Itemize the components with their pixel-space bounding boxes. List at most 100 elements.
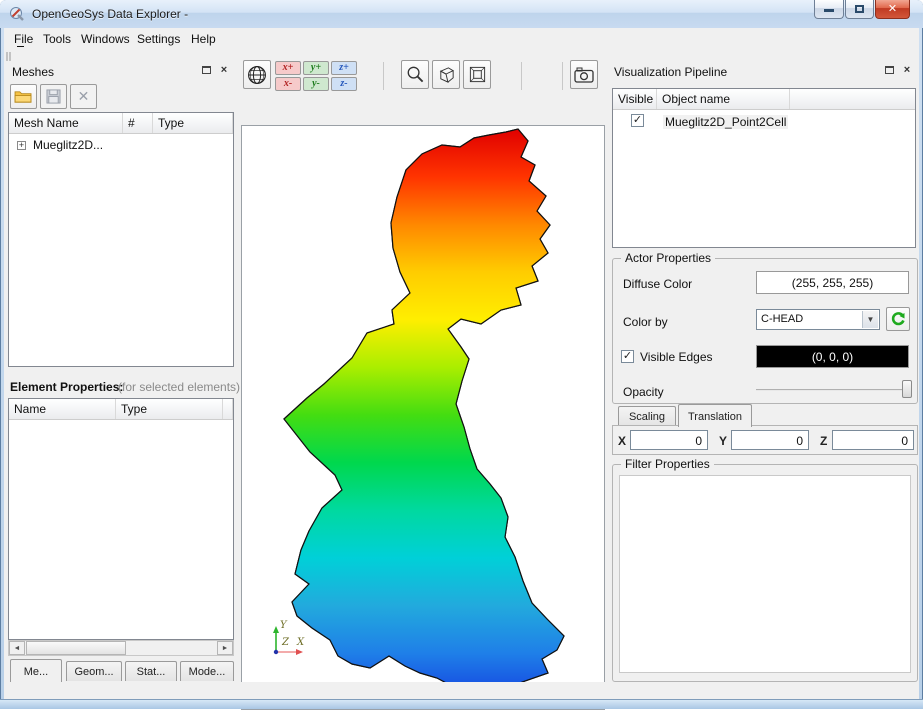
col-spacer2: [790, 89, 915, 109]
magnifier-icon: [406, 65, 425, 84]
pipeline-float-icon[interactable]: [883, 64, 895, 76]
translation-panel: X 0 Y 0 Z 0: [612, 425, 918, 455]
col-count[interactable]: #: [123, 113, 153, 133]
save-icon: [46, 89, 61, 104]
dock-tab-bar: Me... Geom... Stat... Mode...: [8, 659, 234, 682]
menu-help[interactable]: Help: [185, 30, 222, 48]
col-type[interactable]: Type: [153, 113, 233, 133]
remove-mesh-button[interactable]: ✕: [70, 84, 97, 109]
pipeline-table[interactable]: Visible Object name ✓ Mueglitz2D_Point2C…: [612, 88, 916, 248]
mesh-row[interactable]: + Mueglitz2D...: [9, 135, 233, 155]
visibility-checkbox[interactable]: ✓: [631, 114, 644, 127]
view-x-minus-button[interactable]: x-: [275, 77, 301, 91]
col-type2[interactable]: Type: [116, 399, 223, 419]
meshes-close-icon[interactable]: ×: [218, 64, 230, 76]
mesh-row-label[interactable]: Mueglitz2D...: [33, 138, 103, 152]
pipeline-close-icon[interactable]: ×: [901, 64, 913, 76]
view-z-plus-button[interactable]: z+: [331, 61, 357, 75]
tab-geometry[interactable]: Geom...: [66, 661, 122, 681]
edge-color-button[interactable]: (0, 0, 0): [756, 345, 909, 368]
chevron-down-icon[interactable]: ▼: [862, 311, 878, 328]
color-by-select[interactable]: C-HEAD ▼: [756, 309, 880, 330]
client-area: File Tools Windows Settings Help Meshes …: [4, 28, 919, 699]
scroll-left-icon[interactable]: ◄: [9, 641, 25, 655]
pipeline-object-label[interactable]: Mueglitz2D_Point2Cell: [663, 115, 788, 129]
render-view[interactable]: Y Z X: [241, 125, 605, 710]
element-properties-table[interactable]: Name Type: [8, 398, 234, 640]
col-spacer: [223, 399, 233, 419]
tab-translation[interactable]: Translation: [678, 404, 752, 427]
scroll-thumb[interactable]: [26, 641, 126, 655]
close-icon: ✕: [888, 3, 897, 15]
col-visible[interactable]: Visible: [613, 89, 657, 109]
zoom-button[interactable]: [401, 60, 429, 89]
actor-properties-title: Actor Properties: [621, 251, 715, 265]
maximize-icon: [855, 5, 864, 13]
tab-models[interactable]: Mode...: [180, 661, 234, 681]
watershed-mesh[interactable]: [284, 129, 564, 701]
view-y-plus-button[interactable]: y+: [303, 61, 329, 75]
col-name[interactable]: Name: [9, 399, 116, 419]
maximize-button[interactable]: [845, 0, 874, 19]
view-x-plus-button[interactable]: x+: [275, 61, 301, 75]
minimize-icon: [824, 9, 834, 12]
x-label: X: [618, 434, 626, 448]
view-y-minus-button[interactable]: y-: [303, 77, 329, 91]
toolbar-drag-handle[interactable]: [6, 52, 11, 61]
title-bar[interactable]: OpenGeoSys Data Explorer - ✕: [0, 0, 923, 28]
tab-meshes[interactable]: Me...: [10, 659, 62, 682]
open-file-button[interactable]: [10, 84, 37, 109]
x-input[interactable]: 0: [630, 430, 708, 450]
parallel-projection-button[interactable]: [463, 60, 491, 89]
actor-properties-group: Actor Properties Diffuse Color (255, 255…: [612, 258, 918, 404]
diffuse-color-button[interactable]: (255, 255, 255): [756, 271, 909, 294]
meshes-float-icon[interactable]: [200, 64, 212, 76]
axis-y-label: Y: [280, 620, 288, 631]
globe-view-button[interactable]: [243, 60, 271, 89]
perspective-projection-button[interactable]: [432, 60, 460, 89]
horizontal-scrollbar[interactable]: ◄ ►: [8, 640, 234, 656]
refresh-icon: [890, 311, 906, 327]
save-mesh-button[interactable]: [40, 84, 67, 109]
y-input[interactable]: 0: [731, 430, 809, 450]
file-accelerator-underline: [17, 46, 24, 47]
pipeline-dock-title: Visualization Pipeline: [614, 65, 727, 79]
app-icon: [9, 6, 25, 22]
col-mesh-name[interactable]: Mesh Name: [9, 113, 123, 133]
box-icon: [468, 65, 487, 84]
status-bar: [4, 682, 919, 699]
close-button[interactable]: ✕: [875, 0, 910, 19]
menu-bar: File Tools Windows Settings Help: [4, 28, 919, 50]
menu-tools[interactable]: Tools: [37, 30, 77, 48]
opacity-slider[interactable]: [756, 389, 912, 391]
z-input[interactable]: 0: [832, 430, 914, 450]
cube-icon: [437, 65, 456, 84]
col-object-name[interactable]: Object name: [657, 89, 790, 109]
orientation-axes: Y Z X: [273, 620, 305, 655]
visible-edges-checkbox[interactable]: ✓: [621, 350, 634, 363]
folder-icon: [14, 89, 33, 104]
menu-windows[interactable]: Windows: [75, 30, 136, 48]
pipeline-table-header: Visible Object name: [613, 89, 915, 110]
toolbar-separator: [383, 62, 384, 90]
mesh-table[interactable]: Mesh Name # Type + Mueglitz2D...: [8, 112, 234, 367]
view-z-minus-button[interactable]: z-: [331, 77, 357, 91]
refresh-colors-button[interactable]: [886, 307, 910, 331]
tab-scaling[interactable]: Scaling: [618, 406, 676, 426]
pipeline-row[interactable]: ✓ Mueglitz2D_Point2Cell: [613, 113, 915, 131]
scroll-right-icon[interactable]: ►: [217, 641, 233, 655]
minimize-button[interactable]: [814, 0, 844, 19]
menu-settings[interactable]: Settings: [131, 30, 186, 48]
tab-stations[interactable]: Stat...: [125, 661, 177, 681]
globe-icon: [247, 65, 267, 85]
mesh-table-header: Mesh Name # Type: [9, 113, 233, 134]
diffuse-color-label: Diffuse Color: [623, 277, 692, 291]
screenshot-button[interactable]: [570, 60, 598, 89]
color-by-label: Color by: [623, 315, 668, 329]
expand-icon[interactable]: +: [17, 141, 26, 150]
visible-edges-label: Visible Edges: [640, 350, 713, 364]
window-bottom-border: [0, 699, 923, 709]
toolbar-separator: [562, 62, 563, 90]
axis-x-label: X: [296, 637, 305, 648]
opacity-slider-handle[interactable]: [902, 380, 912, 398]
